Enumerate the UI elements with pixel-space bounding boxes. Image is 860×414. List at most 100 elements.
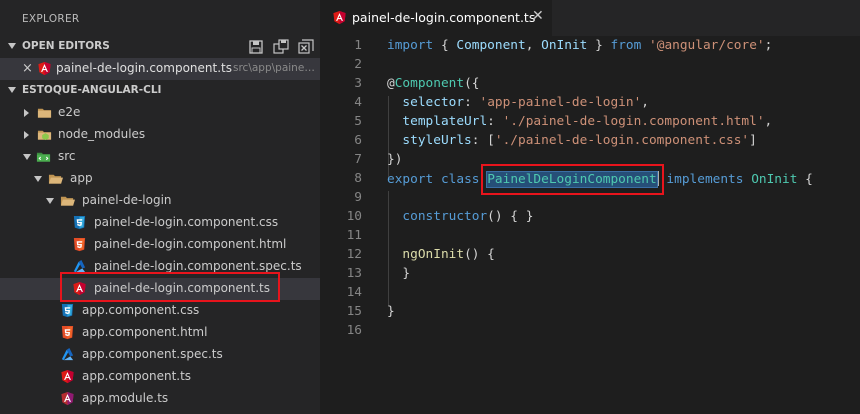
tree-item-login-html[interactable]: painel-de-login.component.html	[0, 234, 320, 256]
tree-item-label: painel-de-login.component.css	[94, 215, 279, 229]
tree-item-app-module[interactable]: app.module.ts	[0, 388, 320, 410]
tree-item-label: src	[58, 149, 76, 163]
line-number: 8	[354, 171, 362, 186]
code-line: 10 constructor() { }	[320, 207, 860, 226]
code-text: import { Component, OnInit } from '@angu…	[387, 38, 772, 53]
tree-item-label: node_modules	[58, 127, 146, 141]
code-text: selector: 'app-painel-de-login',	[387, 95, 649, 110]
token: {	[433, 38, 457, 53]
token: ({	[464, 76, 480, 91]
save-all-icon[interactable]	[273, 39, 289, 55]
line-number: 5	[354, 114, 362, 129]
tree-item-login-css[interactable]: painel-de-login.component.css	[0, 212, 320, 234]
chevron-down-icon	[46, 198, 54, 204]
token: class	[440, 172, 480, 187]
tree-item-label: app	[70, 171, 93, 185]
token: }	[387, 266, 411, 281]
editor-area: painel-de-login.component.ts ✕ 1 import …	[320, 0, 860, 414]
html-icon	[72, 237, 87, 252]
code-line: 4 selector: 'app-painel-de-login',	[320, 93, 860, 112]
token: ngOnInit	[402, 247, 465, 262]
html-icon	[60, 325, 75, 340]
chevron-right-icon	[24, 109, 29, 117]
token: selector	[402, 95, 465, 110]
close-icon[interactable]: ×	[22, 61, 33, 76]
close-icon[interactable]: ✕	[532, 8, 544, 24]
save-icon[interactable]	[248, 39, 264, 55]
token: '@angular/core'	[649, 38, 765, 53]
editor-tab-filename: painel-de-login.component.ts	[352, 10, 536, 25]
token: import	[387, 38, 434, 53]
chevron-down-icon	[23, 154, 31, 160]
tree-item-app-html[interactable]: app.component.html	[0, 322, 320, 344]
angular-icon	[60, 369, 75, 384]
folder-open-icon	[48, 171, 63, 186]
code-line: 5 templateUrl: './painel-de-login.compon…	[320, 112, 860, 131]
token: './painel-de-login.component.html'	[502, 114, 765, 129]
token: :	[487, 114, 503, 129]
chevron-down-icon	[8, 43, 16, 49]
token: Component	[456, 38, 526, 53]
tree-item-label: painel-de-login.component.spec.ts	[94, 259, 302, 273]
open-editors-section-header[interactable]: OPEN EDITORS	[0, 36, 320, 58]
line-number: 9	[354, 190, 362, 205]
code-text: @Component({	[387, 76, 479, 91]
token: ]	[749, 133, 757, 148]
file-highlight-box	[60, 272, 280, 302]
token: {	[797, 172, 813, 187]
token: ,	[525, 38, 542, 53]
tree-item-label: app.component.spec.ts	[82, 347, 223, 361]
editor-tab-active[interactable]: painel-de-login.component.ts ✕	[320, 0, 552, 36]
tree-item-app-spec[interactable]: app.component.spec.ts	[0, 344, 320, 366]
line-number: 13	[346, 266, 362, 281]
editor-tab-bar: painel-de-login.component.ts ✕	[320, 0, 860, 36]
tree-item-label: app.component.html	[82, 325, 208, 339]
token: './painel-de-login.component.css'	[494, 133, 750, 148]
src-folder-icon	[36, 149, 51, 164]
code-line: 3 @Component({	[320, 74, 860, 93]
line-number: 1	[354, 38, 362, 53]
code-line: 15 }	[320, 302, 860, 321]
code-text: }	[387, 304, 395, 319]
close-all-icon[interactable]	[298, 39, 314, 55]
explorer-sidebar: EXPLORER OPEN EDITORS × painel-de-login.…	[0, 0, 320, 414]
token: : [	[471, 133, 495, 148]
tree-item-node-modules[interactable]: node_modules	[0, 124, 320, 146]
tree-item-e2e[interactable]: e2e	[0, 102, 320, 124]
tree-item-label: app.module.ts	[82, 391, 169, 405]
project-section-header[interactable]: ESTOQUE-ANGULAR-CLI	[0, 80, 320, 102]
token: constructor	[402, 209, 488, 224]
code-editor[interactable]: 1 import { Component, OnInit } from '@an…	[320, 36, 860, 414]
token: }	[387, 304, 395, 319]
chevron-right-icon	[24, 131, 29, 139]
code-line: 13 }	[320, 264, 860, 283]
tree-item-app[interactable]: app	[0, 168, 320, 190]
chevron-down-icon	[34, 176, 42, 182]
line-number: 15	[346, 304, 362, 319]
open-editor-path: src\app\painel...	[233, 62, 317, 74]
tree-item-app-ts[interactable]: app.component.ts	[0, 366, 320, 388]
line-number: 2	[354, 57, 362, 72]
tree-item-label: painel-de-login	[82, 193, 172, 207]
folder-open-icon	[60, 193, 75, 208]
tree-item-label: app.component.ts	[82, 369, 192, 383]
tree-item-painel-de-login[interactable]: painel-de-login	[0, 190, 320, 212]
token: styleUrls	[402, 133, 472, 148]
token: 'app-painel-de-login'	[479, 95, 642, 110]
code-line: 1 import { Component, OnInit } from '@an…	[320, 36, 860, 55]
line-number: 12	[346, 247, 362, 262]
open-editor-item[interactable]: × painel-de-login.component.ts src\app\p…	[0, 58, 320, 80]
line-number: 10	[346, 209, 362, 224]
tree-item-src[interactable]: src	[0, 146, 320, 168]
token: :	[464, 95, 480, 110]
line-number: 6	[354, 133, 362, 148]
code-text: ngOnInit() {	[387, 247, 494, 262]
tree-item-app-css[interactable]: app.component.css	[0, 300, 320, 322]
code-line: 6 styleUrls: ['./painel-de-login.compone…	[320, 131, 860, 150]
code-line: 16	[320, 321, 860, 340]
node-folder-icon	[37, 127, 52, 142]
line-number: 7	[354, 152, 362, 167]
